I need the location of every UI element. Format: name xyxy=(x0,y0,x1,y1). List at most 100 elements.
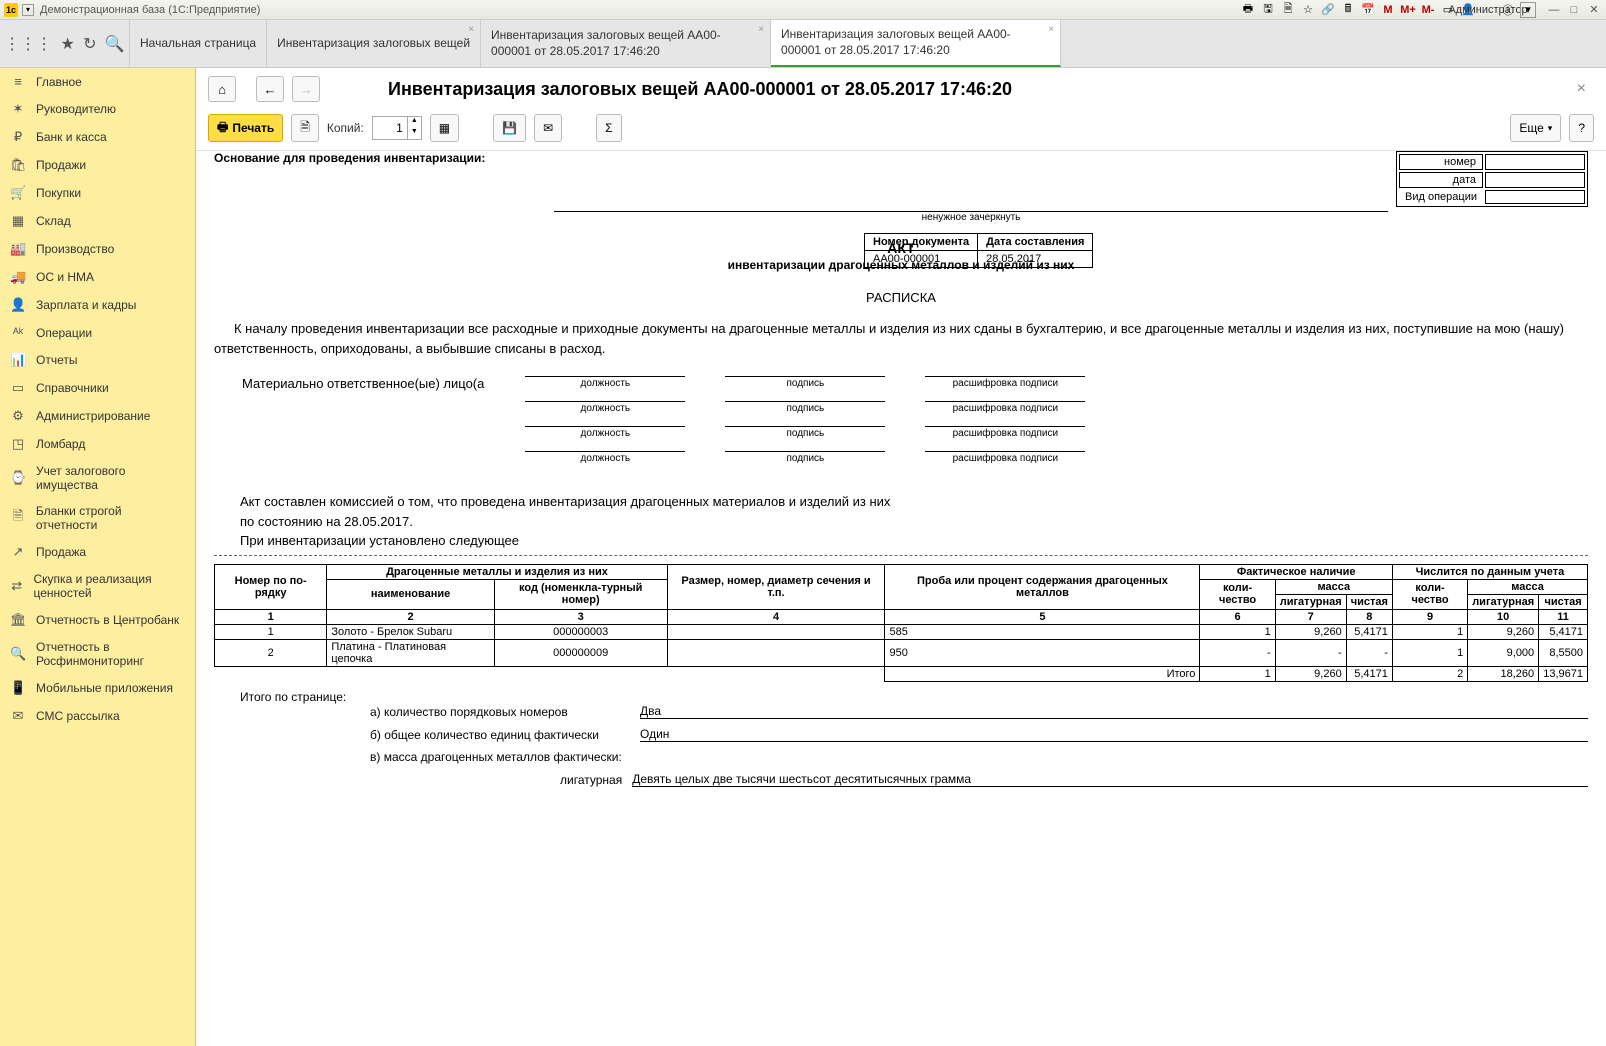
sidebar: ≡ Главное ✶Руководителю₽Банк и касса🛍Прода… xyxy=(0,68,196,1046)
sidebar-item-label: Администрирование xyxy=(36,409,150,423)
spin-down[interactable]: ▼ xyxy=(408,128,421,139)
preview-icon[interactable]: 🗎 xyxy=(1280,2,1296,18)
close-icon[interactable]: × xyxy=(468,24,474,35)
favorite-icon[interactable]: ☆ xyxy=(1300,2,1316,18)
sidebar-item-14[interactable]: ⌚Учет залогового имущества xyxy=(0,458,195,498)
close-button[interactable]: ✕ xyxy=(1586,2,1602,18)
info-icon[interactable]: ⓘ xyxy=(1500,2,1516,18)
save-icon[interactable]: 🖫 xyxy=(1260,2,1276,18)
sidebar-icon: 📊 xyxy=(10,352,26,368)
sidebar-item-label: Покупки xyxy=(36,186,81,200)
sig-pos: должность xyxy=(525,451,685,464)
sig-pos: должность xyxy=(525,426,685,439)
sidebar-icon: 🛍 xyxy=(10,157,26,173)
app-logo: 1c xyxy=(4,3,18,17)
sidebar-item-2[interactable]: ₽Банк и касса xyxy=(0,123,195,151)
sidebar-icon: ◳ xyxy=(10,436,26,452)
sidebar-item-5[interactable]: ▦Склад xyxy=(0,207,195,235)
sum-button[interactable]: Σ xyxy=(596,114,621,142)
sidebar-item-6[interactable]: 🏭Производство xyxy=(0,235,195,263)
tab-inventory-list[interactable]: Инвентаризация залоговых вещей× xyxy=(267,20,481,67)
document-area[interactable]: Основание для проведения инвентаризации:… xyxy=(196,151,1606,1046)
sidebar-item-label: Учет залогового имущества xyxy=(36,464,185,492)
sidebar-icon: 🗎 xyxy=(10,507,26,529)
sidebar-item-8[interactable]: 👤 Зарплата и кадры xyxy=(0,291,195,319)
info-dropdown[interactable]: ▾ xyxy=(1520,2,1536,18)
maximize-button[interactable]: □ xyxy=(1566,2,1582,18)
sidebar-item-7[interactable]: 🚚ОС и НМА xyxy=(0,263,195,291)
calc-icon[interactable]: 🖩 xyxy=(1340,2,1356,18)
sidebar-item-19[interactable]: 🔍Отчетность в Росфинмониторинг xyxy=(0,634,195,674)
sidebar-item-label: Бланки строгой отчетности xyxy=(36,504,185,532)
admin-label[interactable]: Администратор xyxy=(1480,2,1496,18)
copies-input[interactable] xyxy=(373,117,407,139)
sidebar-item-9[interactable]: ᴬᵏОперации xyxy=(0,319,195,346)
sidebar-item-18[interactable]: 🏛Отчетность в Центробанк xyxy=(0,606,195,634)
home-button[interactable]: ⌂ xyxy=(208,76,236,102)
tab-home[interactable]: Начальная страница xyxy=(130,20,267,67)
sidebar-icon: ▦ xyxy=(10,213,26,229)
calendar-icon[interactable]: 📅 xyxy=(1360,2,1376,18)
responsible-label: Материально ответственное(ые) лицо(а xyxy=(242,376,522,391)
help-button[interactable]: ? xyxy=(1569,114,1594,142)
close-icon[interactable]: × xyxy=(1048,24,1054,35)
sig-dec: расшифровка подписи xyxy=(925,426,1085,439)
sidebar-item-label: Зарплата и кадры xyxy=(36,298,136,312)
floppy-button[interactable]: 💾 xyxy=(493,114,526,142)
sidebar-item-10[interactable]: 📊 Отчеты xyxy=(0,346,195,374)
sig-sign: подпись xyxy=(725,401,885,414)
minimize-button[interactable]: — xyxy=(1546,2,1562,18)
m-button[interactable]: M xyxy=(1380,2,1396,18)
sidebar-item-21[interactable]: ✉СМС рассылка xyxy=(0,702,195,730)
mail-button[interactable]: ✉ xyxy=(534,114,562,142)
sidebar-icon: 👤 xyxy=(10,297,26,313)
sidebar-item-15[interactable]: 🗎 Бланки строгой отчетности xyxy=(0,498,195,538)
close-icon[interactable]: × xyxy=(758,24,764,35)
sidebar-item-0[interactable]: ≡ Главное xyxy=(0,68,195,95)
sidebar-item-3[interactable]: 🛍Продажи xyxy=(0,151,195,179)
table-total-row: Итого19,2605,4171218,26013,9671 xyxy=(215,666,1588,681)
spin-up[interactable]: ▲ xyxy=(408,117,421,128)
sidebar-item-20[interactable]: 📱Мобильные приложения xyxy=(0,674,195,702)
page-title: Инвентаризация залоговых вещей АА00-0000… xyxy=(388,79,1561,100)
sig-pos: должность xyxy=(525,376,685,389)
sidebar-item-11[interactable]: ▭Справочники xyxy=(0,374,195,402)
sidebar-item-12[interactable]: ⚙Администрирование xyxy=(0,402,195,430)
search-icon[interactable]: 🔍 xyxy=(105,34,125,54)
sig-pos: должность xyxy=(525,401,685,414)
back-button[interactable]: ← xyxy=(256,76,284,102)
page-totals: Итого по странице: а) количество порядко… xyxy=(240,690,1588,787)
m-minus-button[interactable]: M- xyxy=(1420,2,1436,18)
apps-icon[interactable]: ⋮⋮⋮ xyxy=(4,34,52,54)
tab-inventory-doc1[interactable]: Инвентаризация залоговых вещей АА00-0000… xyxy=(481,20,771,67)
sidebar-item-17[interactable]: ⇄Скупка и реализация ценностей xyxy=(0,566,195,606)
raspiska-title: РАСПИСКА xyxy=(214,290,1588,305)
sidebar-icon: ≡ xyxy=(10,74,26,89)
more-button[interactable]: Еще xyxy=(1510,114,1561,142)
sidebar-item-label: Ломбард xyxy=(36,437,85,451)
sidebar-item-16[interactable]: ↗Продажа xyxy=(0,538,195,566)
close-panel-button[interactable]: × xyxy=(1569,80,1594,98)
sidebar-icon: ✉ xyxy=(10,708,26,724)
copies-spinner[interactable]: ▲▼ xyxy=(372,116,422,140)
sig-dec: расшифровка подписи xyxy=(925,376,1085,389)
titlebar-icons: 🖶 🖫 🗎 ☆ 🔗 🖩 📅 M M+ M- ▭ 👤 Администратор … xyxy=(1240,2,1602,18)
forward-button[interactable]: → xyxy=(292,76,320,102)
print-button[interactable]: 🖶 Печать xyxy=(208,114,283,142)
sidebar-item-1[interactable]: ✶Руководителю xyxy=(0,95,195,123)
tab-inventory-doc2[interactable]: Инвентаризация залоговых вещей АА00-0000… xyxy=(771,20,1061,67)
sidebar-item-label: Отчеты xyxy=(36,353,77,367)
star-icon[interactable]: ★ xyxy=(60,34,74,54)
m-plus-button[interactable]: M+ xyxy=(1400,2,1416,18)
sig-sign: подпись xyxy=(725,451,885,464)
sidebar-item-4[interactable]: 🛒Покупки xyxy=(0,179,195,207)
app-menu-dropdown[interactable]: ▾ xyxy=(22,4,34,16)
link-icon[interactable]: 🔗 xyxy=(1320,2,1336,18)
history-icon[interactable]: ↻ xyxy=(83,34,96,54)
table-button[interactable]: ▦ xyxy=(430,114,459,142)
tabbar: ⋮⋮⋮ ★ ↻ 🔍 Начальная страница Инвентариза… xyxy=(0,20,1606,68)
print-icon[interactable]: 🖶 xyxy=(1240,2,1256,18)
sidebar-item-13[interactable]: ◳ Ломбард xyxy=(0,430,195,458)
sidebar-item-label: Главное xyxy=(36,75,82,89)
preview-button[interactable]: 🗎 xyxy=(291,114,319,142)
